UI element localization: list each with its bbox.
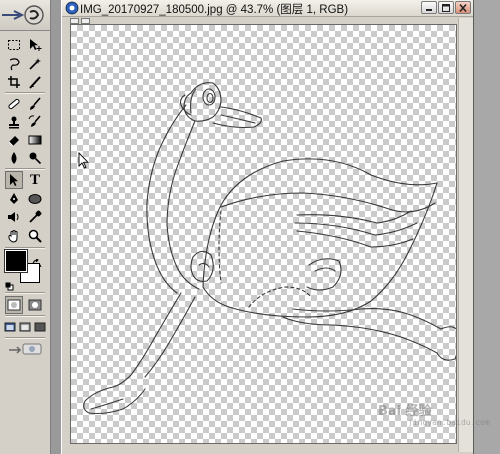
pen-icon	[10, 193, 18, 204]
photoshop-document-icon	[65, 1, 79, 15]
full-screen-icon	[34, 322, 46, 332]
lasso-icon	[9, 58, 20, 71]
hand-tool[interactable]	[5, 227, 23, 245]
mouse-cursor-icon	[78, 152, 90, 169]
photoshop-feather-icon	[2, 5, 44, 25]
gradient-tool[interactable]	[26, 131, 44, 149]
hand-icon	[8, 230, 18, 243]
quick-mask-icon	[28, 299, 42, 311]
history-brush-icon	[28, 115, 41, 127]
rect-marquee-icon	[8, 40, 20, 50]
move-tool[interactable]	[26, 36, 44, 54]
document-titlebar[interactable]: IMG_20170927_180500.jpg @ 43.7% (图层 1, R…	[62, 0, 473, 17]
minimize-button[interactable]	[421, 1, 437, 14]
duck-line-drawing	[83, 82, 456, 415]
default-colors-icon[interactable]	[5, 276, 14, 291]
minimize-icon	[426, 8, 432, 11]
rect-marquee-tool[interactable]	[5, 36, 23, 54]
standard-screen-icon	[4, 322, 16, 332]
lasso-tool[interactable]	[5, 55, 23, 73]
quick-mask-button[interactable]	[26, 296, 44, 314]
toolbox-separator	[5, 168, 45, 170]
slice-tool[interactable]	[26, 73, 44, 91]
foreground-color-swatch[interactable]	[4, 249, 28, 273]
standard-mode-button[interactable]	[5, 296, 23, 314]
eyedropper-icon	[29, 210, 42, 223]
magic-wand-tool[interactable]	[26, 55, 44, 73]
jump-to-imageready-button[interactable]	[5, 340, 45, 358]
toolbox-separator	[5, 92, 45, 94]
full-screen-menu-icon	[19, 322, 31, 332]
jump-to-imageready-icon	[9, 343, 42, 355]
brush-tool[interactable]	[26, 95, 44, 113]
brush-icon	[30, 97, 41, 110]
vertical-scrollbar[interactable]	[458, 18, 473, 452]
notes-icon	[8, 212, 19, 222]
toolbox-header[interactable]	[0, 0, 50, 31]
toolbox-separator	[5, 337, 45, 339]
type-tool[interactable]: T	[26, 171, 44, 189]
ellipse-shape-icon	[28, 194, 42, 204]
workspace-background	[474, 0, 500, 454]
toolbox-separator	[5, 292, 45, 294]
move-icon	[30, 39, 42, 51]
healing-brush-tool[interactable]	[5, 95, 23, 113]
maximize-icon	[442, 3, 450, 12]
toolbox-separator	[5, 247, 45, 249]
maximize-button[interactable]	[438, 1, 454, 14]
magic-wand-icon	[29, 58, 41, 70]
document-window: IMG_20170927_180500.jpg @ 43.7% (图层 1, R…	[61, 0, 474, 454]
clone-stamp-icon	[9, 116, 19, 129]
path-select-icon	[10, 174, 18, 186]
full-screen-menu-mode-button[interactable]	[18, 318, 32, 336]
history-brush-tool[interactable]	[26, 113, 44, 131]
toolbox-panel: T	[0, 0, 51, 454]
clone-stamp-tool[interactable]	[5, 113, 23, 131]
standard-screen-mode-button[interactable]	[3, 318, 17, 336]
pen-tool[interactable]	[5, 190, 23, 208]
image-canvas[interactable]	[70, 24, 457, 444]
crop-icon	[8, 76, 20, 88]
eraser-tool[interactable]	[5, 131, 23, 149]
close-icon	[459, 3, 467, 12]
watermark-logo: Bai 经验	[378, 404, 432, 419]
close-button[interactable]	[455, 1, 471, 14]
standard-mode-icon	[7, 299, 21, 311]
slice-icon	[29, 76, 41, 89]
document-title: IMG_20170927_180500.jpg @ 43.7% (图层 1, R…	[80, 4, 349, 16]
crop-tool[interactable]	[5, 73, 23, 91]
full-screen-mode-button[interactable]	[33, 318, 47, 336]
eraser-icon	[8, 136, 19, 147]
zoom-icon	[28, 229, 42, 243]
blur-tool[interactable]	[5, 149, 23, 167]
watermark-url: jingyan.baidu.com	[408, 418, 490, 427]
dodge-tool[interactable]	[26, 149, 44, 167]
eyedropper-tool[interactable]	[26, 208, 44, 226]
type-icon: T	[29, 172, 40, 188]
gradient-icon	[28, 135, 42, 145]
notes-tool[interactable]	[5, 208, 23, 226]
blur-icon	[11, 152, 17, 164]
dodge-icon	[29, 152, 42, 165]
healing-brush-icon	[8, 98, 20, 110]
swap-colors-icon[interactable]	[32, 252, 42, 268]
path-select-tool[interactable]	[5, 171, 23, 189]
zoom-tool[interactable]	[26, 227, 44, 245]
ellipse-shape-tool[interactable]	[26, 190, 44, 208]
toolbox-separator	[5, 315, 45, 317]
